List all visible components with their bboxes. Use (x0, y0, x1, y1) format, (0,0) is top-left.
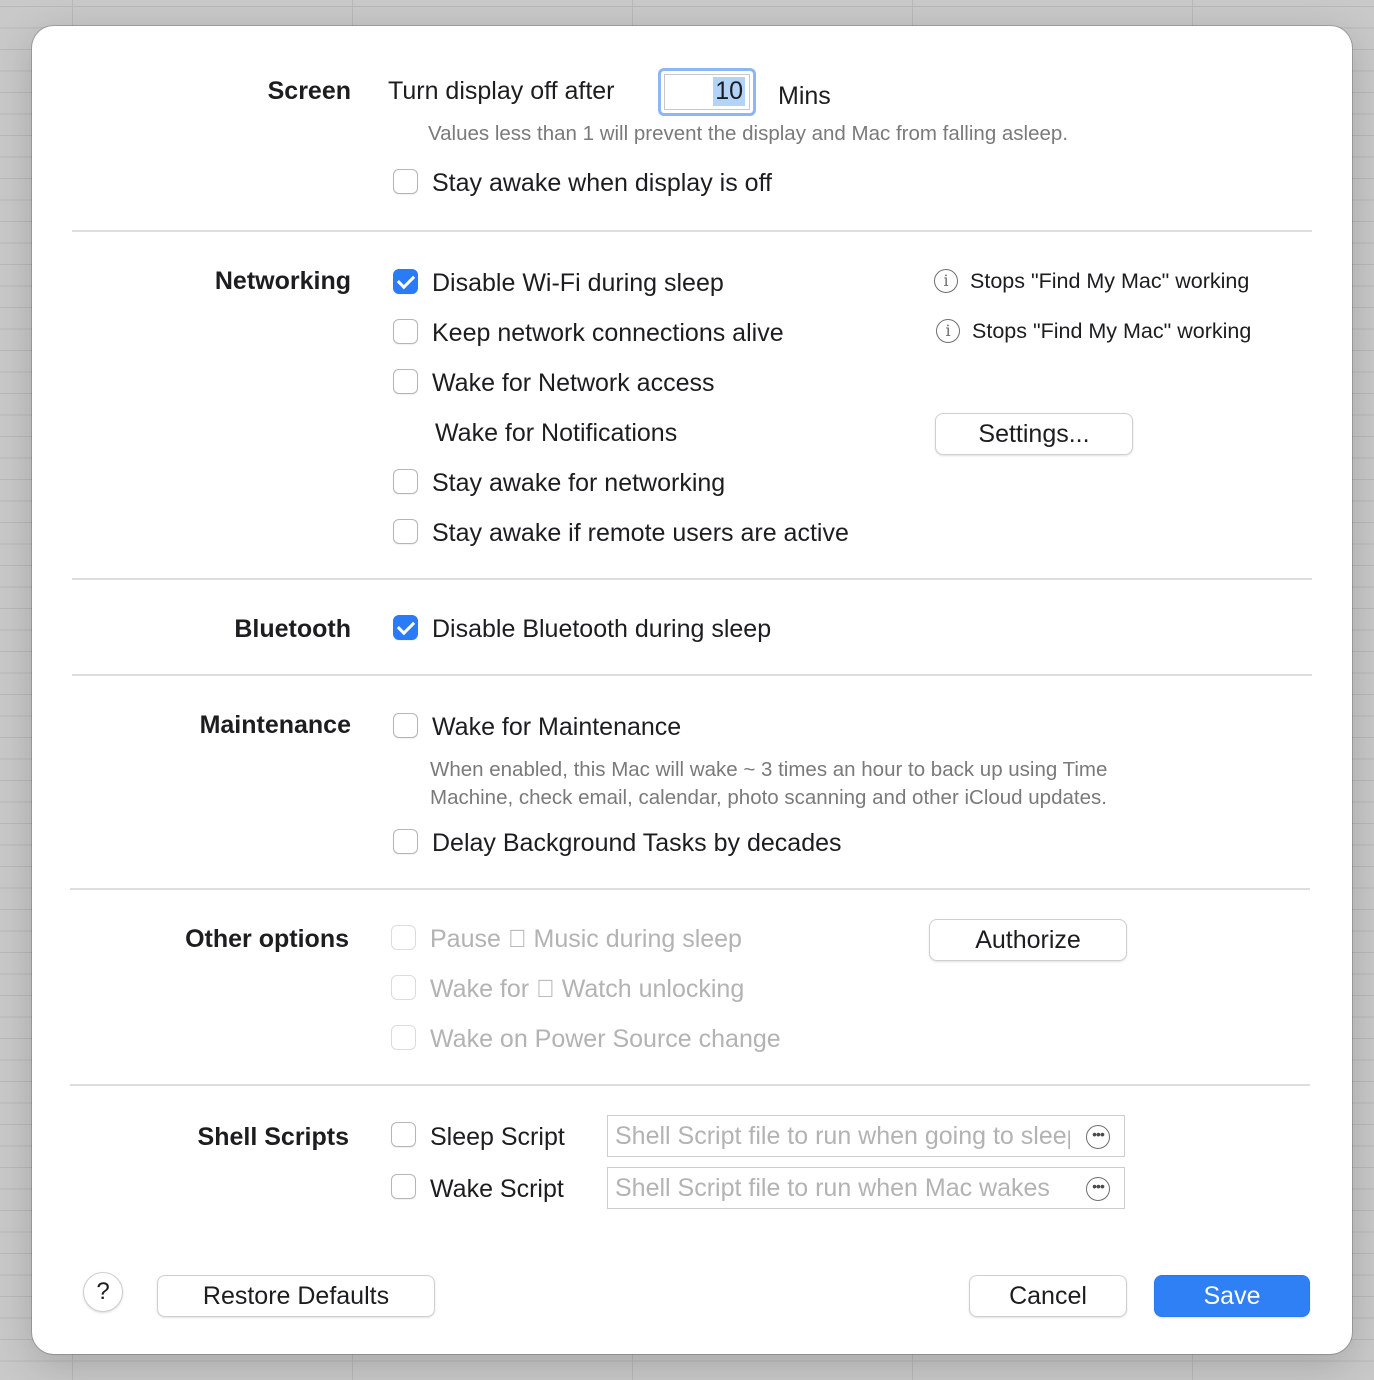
section-label-shell-scripts: Shell Scripts (197, 1123, 349, 1151)
disable-bluetooth-checkbox[interactable] (393, 615, 418, 640)
wake-watch-unlock-checkbox[interactable] (391, 975, 416, 1000)
maintenance-hint-line2: Machine, check email, calendar, photo sc… (430, 786, 1107, 809)
authorize-button[interactable]: Authorize (929, 919, 1127, 961)
find-my-mac-note: Stops "Find My Mac" working (970, 269, 1250, 293)
wake-script-checkbox[interactable] (391, 1174, 416, 1199)
disable-wifi-checkbox[interactable] (393, 269, 418, 294)
wake-script-label: Wake Script (430, 1175, 564, 1203)
section-label-maintenance: Maintenance (199, 711, 351, 739)
disable-bluetooth-label: Disable Bluetooth during sleep (432, 615, 772, 643)
info-icon: i (936, 319, 960, 343)
notifications-settings-button[interactable]: Settings... (935, 413, 1133, 455)
section-label-screen: Screen (267, 77, 351, 105)
stay-awake-remote-label: Stay awake if remote users are active (432, 519, 849, 547)
help-button[interactable]: ? (83, 1272, 123, 1312)
wake-maintenance-checkbox[interactable] (393, 713, 418, 738)
display-hint-text: Values less than 1 will prevent the disp… (428, 122, 1069, 145)
delay-background-tasks-label: Delay Background Tasks by decades (432, 829, 842, 857)
wake-power-source-checkbox[interactable] (391, 1025, 416, 1050)
stay-awake-remote-checkbox[interactable] (393, 519, 418, 544)
stay-awake-networking-label: Stay awake for networking (432, 469, 726, 497)
divider (70, 888, 1310, 890)
wake-maintenance-label: Wake for Maintenance (432, 713, 682, 741)
wake-network-access-checkbox[interactable] (393, 369, 418, 394)
sleep-script-checkbox[interactable] (391, 1122, 416, 1147)
keep-network-alive-checkbox[interactable] (393, 319, 418, 344)
find-my-mac-note: Stops "Find My Mac" working (972, 319, 1252, 343)
divider (72, 578, 1312, 580)
wake-notifications-label: Wake for Notifications (435, 419, 678, 447)
pause-music-checkbox[interactable] (391, 925, 416, 950)
pause-music-label: Pause  Music during sleep (430, 925, 742, 953)
sleep-script-input[interactable] (608, 1116, 1070, 1156)
section-label-networking: Networking (214, 267, 351, 295)
display-off-minutes-field[interactable]: 10 (658, 68, 756, 116)
wake-power-source-label: Wake on Power Source change (430, 1025, 781, 1053)
restore-defaults-button[interactable]: Restore Defaults (157, 1275, 435, 1317)
divider (70, 1084, 1310, 1086)
wake-network-access-label: Wake for Network access (432, 369, 715, 397)
save-button[interactable]: Save (1154, 1275, 1310, 1317)
minutes-unit-label: Mins (778, 82, 831, 110)
sleep-script-label: Sleep Script (430, 1123, 565, 1151)
turn-display-off-label: Turn display off after (388, 77, 615, 105)
keep-network-alive-label: Keep network connections alive (432, 319, 784, 347)
section-label-other-options: Other options (185, 925, 349, 953)
divider (72, 674, 1312, 676)
display-off-minutes-value: 10 (713, 77, 745, 106)
wake-watch-unlock-label: Wake for  Watch unlocking (430, 975, 744, 1003)
stay-awake-display-off-checkbox[interactable] (393, 169, 418, 194)
stay-awake-networking-checkbox[interactable] (393, 469, 418, 494)
info-icon: i (934, 269, 958, 293)
wake-script-field: ••• (607, 1167, 1125, 1209)
stay-awake-display-off-label: Stay awake when display is off (432, 169, 773, 197)
sleep-script-field: ••• (607, 1115, 1125, 1157)
power-settings-dialog: Screen Turn display off after 10 Mins Va… (32, 26, 1352, 1354)
wake-script-input[interactable] (608, 1168, 1070, 1208)
more-options-icon[interactable]: ••• (1086, 1177, 1110, 1201)
section-label-bluetooth: Bluetooth (234, 615, 351, 643)
cancel-button[interactable]: Cancel (969, 1275, 1127, 1317)
more-options-icon[interactable]: ••• (1086, 1125, 1110, 1149)
maintenance-hint-line1: When enabled, this Mac will wake ~ 3 tim… (430, 758, 1108, 781)
divider (72, 230, 1312, 232)
delay-background-tasks-checkbox[interactable] (393, 829, 418, 854)
disable-wifi-label: Disable Wi-Fi during sleep (432, 269, 724, 297)
